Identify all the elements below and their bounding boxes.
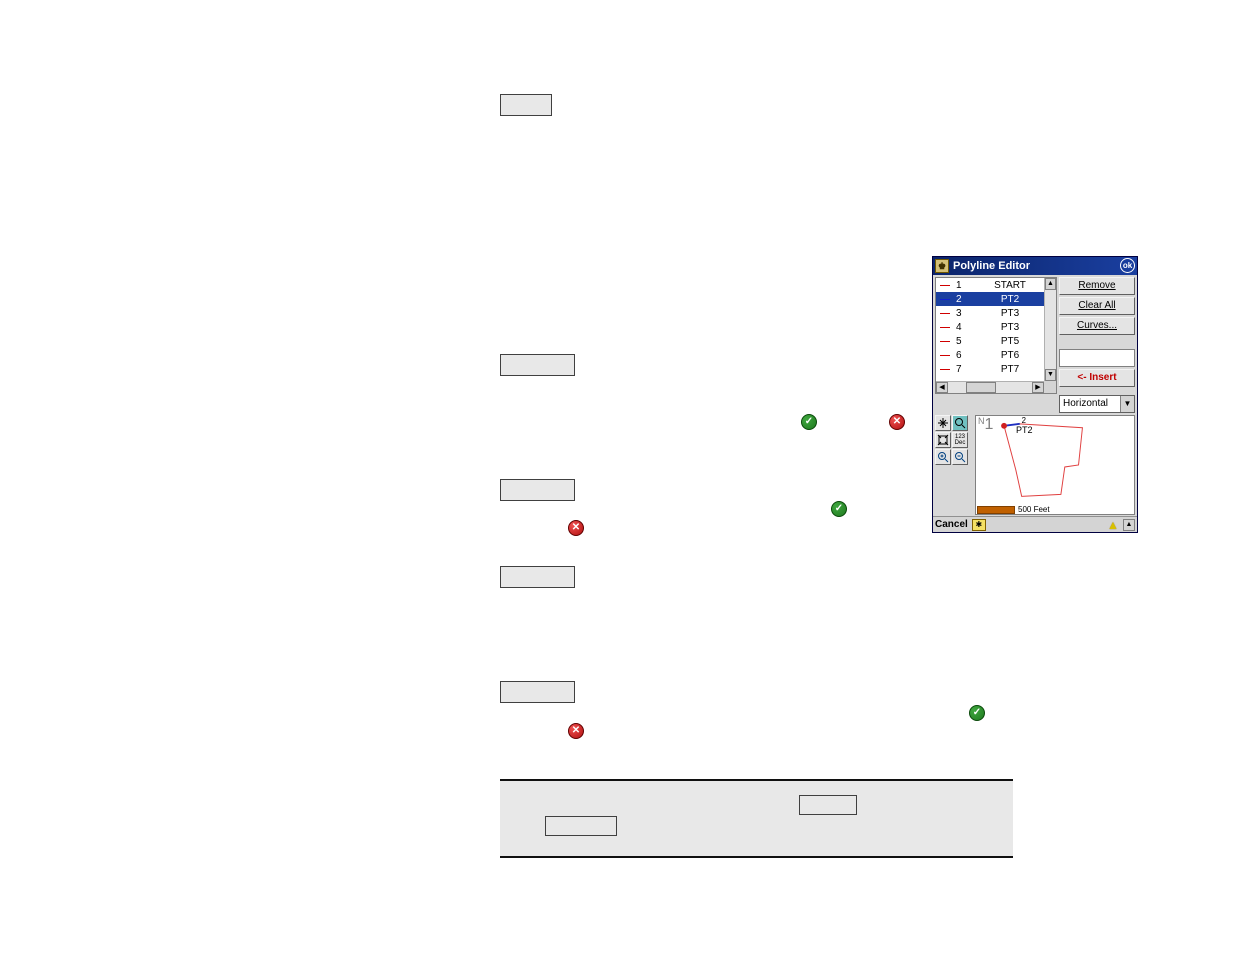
insert-button[interactable]: <- Insert (1059, 369, 1135, 387)
extents-tool[interactable] (935, 432, 951, 448)
point-list-row[interactable]: —6PT6 (936, 348, 1044, 362)
row-name: PT7 (982, 364, 1044, 375)
row-index: 2 (954, 294, 982, 305)
row-index: 5 (954, 336, 982, 347)
polyline-editor-window: ♚ Polyline Editor ok —1START—2PT2—3PT3—4… (932, 256, 1138, 533)
coords-tool[interactable]: 123Dec (952, 432, 968, 448)
scroll-corner (1044, 381, 1056, 393)
window-title: Polyline Editor (953, 260, 1030, 272)
row-marker-icon: — (936, 294, 954, 305)
ok-button[interactable]: ok (1120, 258, 1135, 273)
box-3[interactable] (500, 479, 575, 501)
row-marker-icon: — (936, 350, 954, 361)
vertical-scrollbar[interactable]: ▲ ▼ (1044, 278, 1056, 381)
row-marker-icon: — (936, 322, 954, 333)
row-name: PT3 (982, 322, 1044, 333)
pt2-label: PT2 (1016, 425, 1033, 435)
curves-button-label: Curves... (1077, 320, 1117, 331)
row-name: PT3 (982, 308, 1044, 319)
check-icon (969, 705, 985, 721)
error-icon (568, 520, 584, 536)
zoom-out-tool[interactable] (952, 449, 968, 465)
clear-all-button[interactable]: Clear All (1059, 297, 1135, 315)
map-tools: 123Dec (935, 415, 971, 466)
insert-field[interactable] (1059, 349, 1135, 367)
orientation-dropdown-value: Horizontal (1063, 398, 1108, 409)
dropdown-arrow-icon[interactable]: ▼ (1120, 396, 1134, 412)
scale-label: 500 Feet (1018, 505, 1050, 514)
box-2[interactable] (500, 354, 575, 376)
curves-button[interactable]: Curves... (1059, 317, 1135, 335)
remove-button[interactable]: Remove (1059, 277, 1135, 295)
warning-icon[interactable] (1107, 519, 1121, 531)
box-5[interactable] (500, 681, 575, 703)
scale-bar: 500 Feet (977, 505, 1050, 514)
row-name: PT5 (982, 336, 1044, 347)
panel-up-icon[interactable]: ▲ (1123, 519, 1135, 531)
row-index: 3 (954, 308, 982, 319)
point-list-row[interactable]: —3PT3 (936, 306, 1044, 320)
point-list[interactable]: —1START—2PT2—3PT3—4PT3—5PT5—6PT6—7PT7 ▲ … (935, 277, 1057, 394)
north-label: N1 (978, 416, 993, 434)
row-name: PT6 (982, 350, 1044, 361)
clear-all-button-label: Clear All (1078, 300, 1115, 311)
scroll-up-icon[interactable]: ▲ (1045, 278, 1056, 290)
check-icon (801, 414, 817, 430)
map-preview[interactable]: N1 PT2 2 (975, 415, 1135, 515)
note-box-button-a[interactable] (545, 816, 617, 836)
svg-text:2: 2 (1022, 416, 1026, 425)
point-list-row[interactable]: —7PT7 (936, 362, 1044, 376)
keyboard-icon[interactable]: ✱ (972, 519, 986, 531)
note-box (500, 779, 1013, 858)
insert-button-label: <- Insert (1077, 372, 1116, 383)
orientation-dropdown[interactable]: Horizontal ▼ (1059, 395, 1135, 413)
row-marker-icon: — (936, 308, 954, 319)
zoom-window-tool[interactable] (952, 415, 968, 431)
app-icon: ♚ (935, 259, 949, 273)
scale-bar-graphic (977, 506, 1015, 514)
cancel-button[interactable]: Cancel (935, 519, 972, 530)
remove-button-label: Remove (1078, 280, 1115, 291)
scroll-left-icon[interactable]: ◀ (936, 382, 948, 393)
box-4[interactable] (500, 566, 575, 588)
error-icon (568, 723, 584, 739)
pan-tool[interactable] (935, 415, 951, 431)
box-1[interactable] (500, 94, 552, 116)
point-list-row[interactable]: —2PT2 (936, 292, 1044, 306)
horizontal-scrollbar[interactable]: ◀ ▶ (936, 381, 1044, 393)
row-marker-icon: — (936, 280, 954, 291)
row-index: 7 (954, 364, 982, 375)
row-index: 1 (954, 280, 982, 291)
point-list-row[interactable]: —5PT5 (936, 334, 1044, 348)
polyline-shape-icon: 2 (976, 416, 1134, 514)
row-index: 6 (954, 350, 982, 361)
row-index: 4 (954, 322, 982, 333)
scroll-down-icon[interactable]: ▼ (1045, 369, 1056, 381)
scroll-thumb[interactable] (966, 382, 996, 393)
row-marker-icon: — (936, 336, 954, 347)
zoom-in-tool[interactable] (935, 449, 951, 465)
check-icon (831, 501, 847, 517)
error-icon (889, 414, 905, 430)
panel-bottom-bar: Cancel ✱ ▲ (933, 516, 1137, 532)
point-list-row[interactable]: —1START (936, 278, 1044, 292)
point-list-row[interactable]: —4PT3 (936, 320, 1044, 334)
title-bar: ♚ Polyline Editor ok (933, 257, 1137, 275)
scroll-right-icon[interactable]: ▶ (1032, 382, 1044, 393)
row-name: PT2 (982, 294, 1044, 305)
row-marker-icon: — (936, 364, 954, 375)
row-name: START (982, 280, 1044, 291)
note-box-button-b[interactable] (799, 795, 857, 815)
